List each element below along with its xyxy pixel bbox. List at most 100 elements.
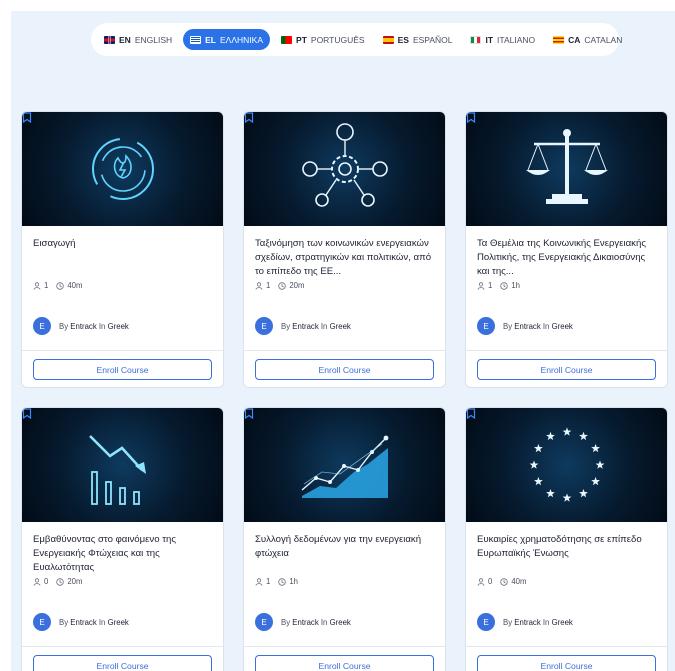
- rising-chart-icon: [301, 435, 389, 498]
- flag-icon: [104, 35, 115, 44]
- in-label: In: [542, 617, 550, 627]
- enroll-course-button[interactable]: Enroll Course: [33, 655, 212, 671]
- course-meta: 1 20m: [255, 281, 434, 290]
- clock-icon: [500, 577, 509, 586]
- bookmark-icon[interactable]: [22, 112, 32, 123]
- course-card[interactable]: Εμβαθύνοντας στο φαινόμενο της Ενεργειακ…: [21, 407, 224, 671]
- author-name[interactable]: Entrack: [292, 618, 318, 627]
- course-duration: 40m: [511, 577, 527, 586]
- enroll-course-button[interactable]: Enroll Course: [477, 655, 656, 671]
- course-author: E By Entrack In Greek: [33, 317, 129, 335]
- course-author: E By Entrack In Greek: [477, 613, 573, 631]
- course-title[interactable]: Ευκαιρίες χρηματοδότησης σε επίπεδο Ευρω…: [477, 533, 656, 575]
- language-option-pt[interactable]: PT PORTUGUÊS: [274, 29, 372, 50]
- course-card[interactable]: Συλλογή δεδομένων για την ενεργειακή φτώ…: [243, 407, 446, 671]
- clock-icon: [56, 281, 65, 290]
- enroll-course-button[interactable]: Enroll Course: [33, 359, 212, 380]
- category-name[interactable]: Greek: [552, 618, 573, 627]
- by-label: By: [59, 617, 69, 627]
- language-name: ESPAÑOL: [412, 34, 453, 45]
- card-footer: Enroll Course: [22, 646, 223, 671]
- card-footer: Enroll Course: [466, 350, 667, 387]
- category-name[interactable]: Greek: [330, 322, 351, 331]
- course-thumbnail[interactable]: [22, 112, 223, 226]
- bookmark-icon[interactable]: [244, 112, 254, 123]
- course-title[interactable]: Εμβαθύνοντας στο φαινόμενο της Ενεργειακ…: [33, 533, 212, 575]
- enroll-course-button[interactable]: Enroll Course: [477, 359, 656, 380]
- course-title[interactable]: Τα Θεμέλια της Κοινωνικής Ενεργειακής Πο…: [477, 237, 656, 279]
- avatar: E: [33, 613, 51, 631]
- user-icon: [255, 281, 263, 290]
- course-thumbnail[interactable]: [22, 408, 223, 522]
- language-code: ES: [397, 34, 409, 45]
- flag-icon: [281, 35, 293, 44]
- language-option-el[interactable]: EL ΕΛΛΗΝΙΚΑ: [183, 29, 271, 50]
- category-name[interactable]: Greek: [552, 322, 573, 331]
- enrolled-count: 0: [488, 577, 493, 586]
- enroll-course-button[interactable]: Enroll Course: [255, 359, 434, 380]
- avatar: E: [33, 317, 51, 335]
- course-title[interactable]: Εισαγωγή: [33, 237, 212, 279]
- category-name[interactable]: Greek: [330, 618, 351, 627]
- course-thumbnail[interactable]: [466, 112, 667, 226]
- course-card[interactable]: Ταξινόμηση των κοινωνικών ενεργειακών σχ…: [243, 111, 446, 388]
- author-name[interactable]: Entrack: [514, 618, 540, 627]
- author-name[interactable]: Entrack: [70, 322, 96, 331]
- enrolled-count: 1: [266, 281, 271, 290]
- card-footer: Enroll Course: [244, 646, 445, 671]
- language-option-en[interactable]: EN ENGLISH: [97, 29, 179, 50]
- course-thumbnail[interactable]: [244, 408, 445, 522]
- course-author: E By Entrack In Greek: [33, 613, 129, 631]
- course-title[interactable]: Ταξινόμηση των κοινωνικών ενεργειακών σχ…: [255, 237, 434, 279]
- by-label: By: [503, 321, 513, 331]
- in-label: In: [98, 321, 106, 331]
- by-label: By: [281, 617, 291, 627]
- flag-icon: [470, 35, 482, 44]
- avatar: E: [255, 317, 273, 335]
- course-thumbnail[interactable]: [244, 112, 445, 226]
- course-card[interactable]: Ευκαιρίες χρηματοδότησης σε επίπεδο Ευρω…: [465, 407, 668, 671]
- bookmark-icon[interactable]: [244, 408, 254, 419]
- bookmark-icon[interactable]: [466, 112, 476, 123]
- language-name: CATALAN: [584, 34, 623, 45]
- clock-icon: [278, 281, 287, 290]
- course-meta: 1 1h: [477, 281, 656, 290]
- author-name[interactable]: Entrack: [292, 322, 318, 331]
- user-icon: [33, 281, 41, 290]
- network-gear-icon: [302, 123, 388, 207]
- clock-icon: [56, 577, 65, 586]
- language-name: ITALIANO: [497, 34, 536, 45]
- language-name: ENGLISH: [134, 34, 173, 45]
- category-name[interactable]: Greek: [108, 322, 129, 331]
- course-author: E By Entrack In Greek: [477, 317, 573, 335]
- justice-scale-icon: [526, 129, 608, 204]
- bookmark-icon[interactable]: [466, 408, 476, 419]
- author-name[interactable]: Entrack: [70, 618, 96, 627]
- avatar: E: [477, 317, 495, 335]
- course-card[interactable]: Τα Θεμέλια της Κοινωνικής Ενεργειακής Πο…: [465, 111, 668, 388]
- course-title[interactable]: Συλλογή δεδομένων για την ενεργειακή φτώ…: [255, 533, 434, 575]
- language-option-es[interactable]: ES ESPAÑOL: [376, 29, 460, 50]
- enroll-course-button[interactable]: Enroll Course: [255, 655, 434, 671]
- course-duration: 1h: [511, 281, 521, 290]
- course-meta: 1 40m: [33, 281, 212, 290]
- clock-icon: [500, 281, 509, 290]
- language-option-ca[interactable]: CA CATALAN: [546, 29, 629, 50]
- course-thumbnail[interactable]: [466, 408, 667, 522]
- avatar: E: [255, 613, 273, 631]
- course-duration: 1h: [289, 577, 299, 586]
- eu-stars-icon: [529, 427, 605, 502]
- language-name: PORTUGUÊS: [310, 34, 365, 45]
- language-option-it[interactable]: IT ITALIANO: [463, 29, 542, 50]
- author-name[interactable]: Entrack: [514, 322, 540, 331]
- course-meta: 1 1h: [255, 577, 434, 586]
- course-duration: 20m: [67, 577, 83, 586]
- language-code: IT: [485, 34, 494, 45]
- card-footer: Enroll Course: [244, 350, 445, 387]
- course-card[interactable]: Εισαγωγή 1 40m E By Entrack In Greek Enroll C…: [21, 111, 224, 388]
- bookmark-icon[interactable]: [22, 408, 32, 419]
- user-icon: [255, 577, 263, 586]
- course-author: E By Entrack In Greek: [255, 613, 351, 631]
- category-name[interactable]: Greek: [108, 618, 129, 627]
- flag-icon: [553, 35, 565, 44]
